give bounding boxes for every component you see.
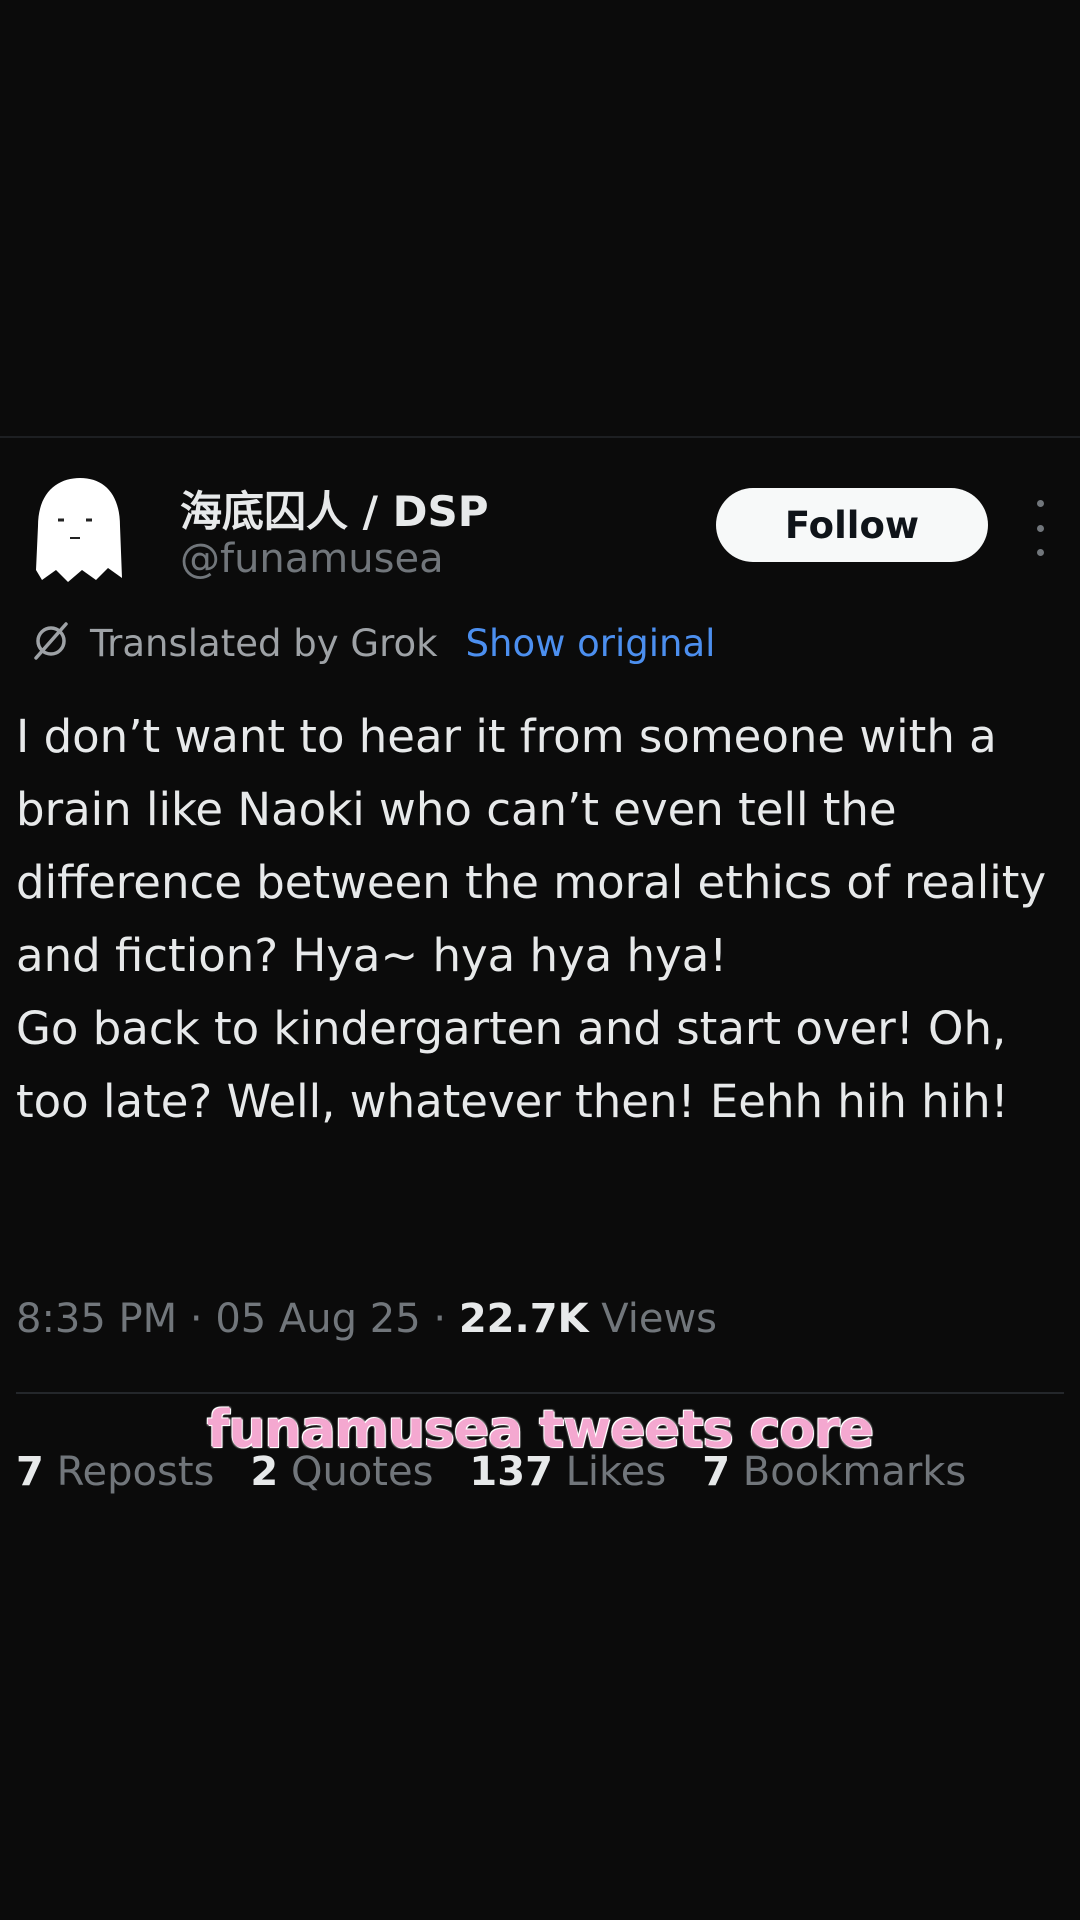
display-name[interactable]: 海底囚人 / DSP [180,478,488,539]
more-dot [1036,524,1044,532]
meta-separator: · [189,1296,216,1342]
show-original-link[interactable]: Show original [466,622,716,665]
translated-label: Translated by Grok [90,621,438,665]
tweet-meta: 8:35 PM · 05 Aug 25 · 22.7K Views [16,1296,717,1342]
tweet-date[interactable]: 05 Aug 25 [215,1296,420,1342]
views-count: 22.7K [458,1296,589,1342]
video-caption-overlay: funamusea tweets core [206,1400,874,1460]
translate-icon [30,620,90,666]
more-options-icon[interactable] [1020,500,1060,556]
stats-divider [16,1392,1064,1394]
top-divider [0,436,1080,438]
follow-button[interactable]: Follow [716,488,988,562]
user-handle[interactable]: @funamusea [180,536,444,582]
ghost-avatar-icon[interactable] [28,474,128,586]
tweet-time[interactable]: 8:35 PM [16,1296,177,1342]
views-label: Views [601,1296,717,1342]
more-dot [1036,500,1044,507]
meta-separator: · [433,1296,459,1342]
translation-row: Translated by Grok Show original [30,618,715,668]
more-dot [1036,549,1044,556]
tweet-text: I don’t want to hear it from someone wit… [16,710,1047,1128]
